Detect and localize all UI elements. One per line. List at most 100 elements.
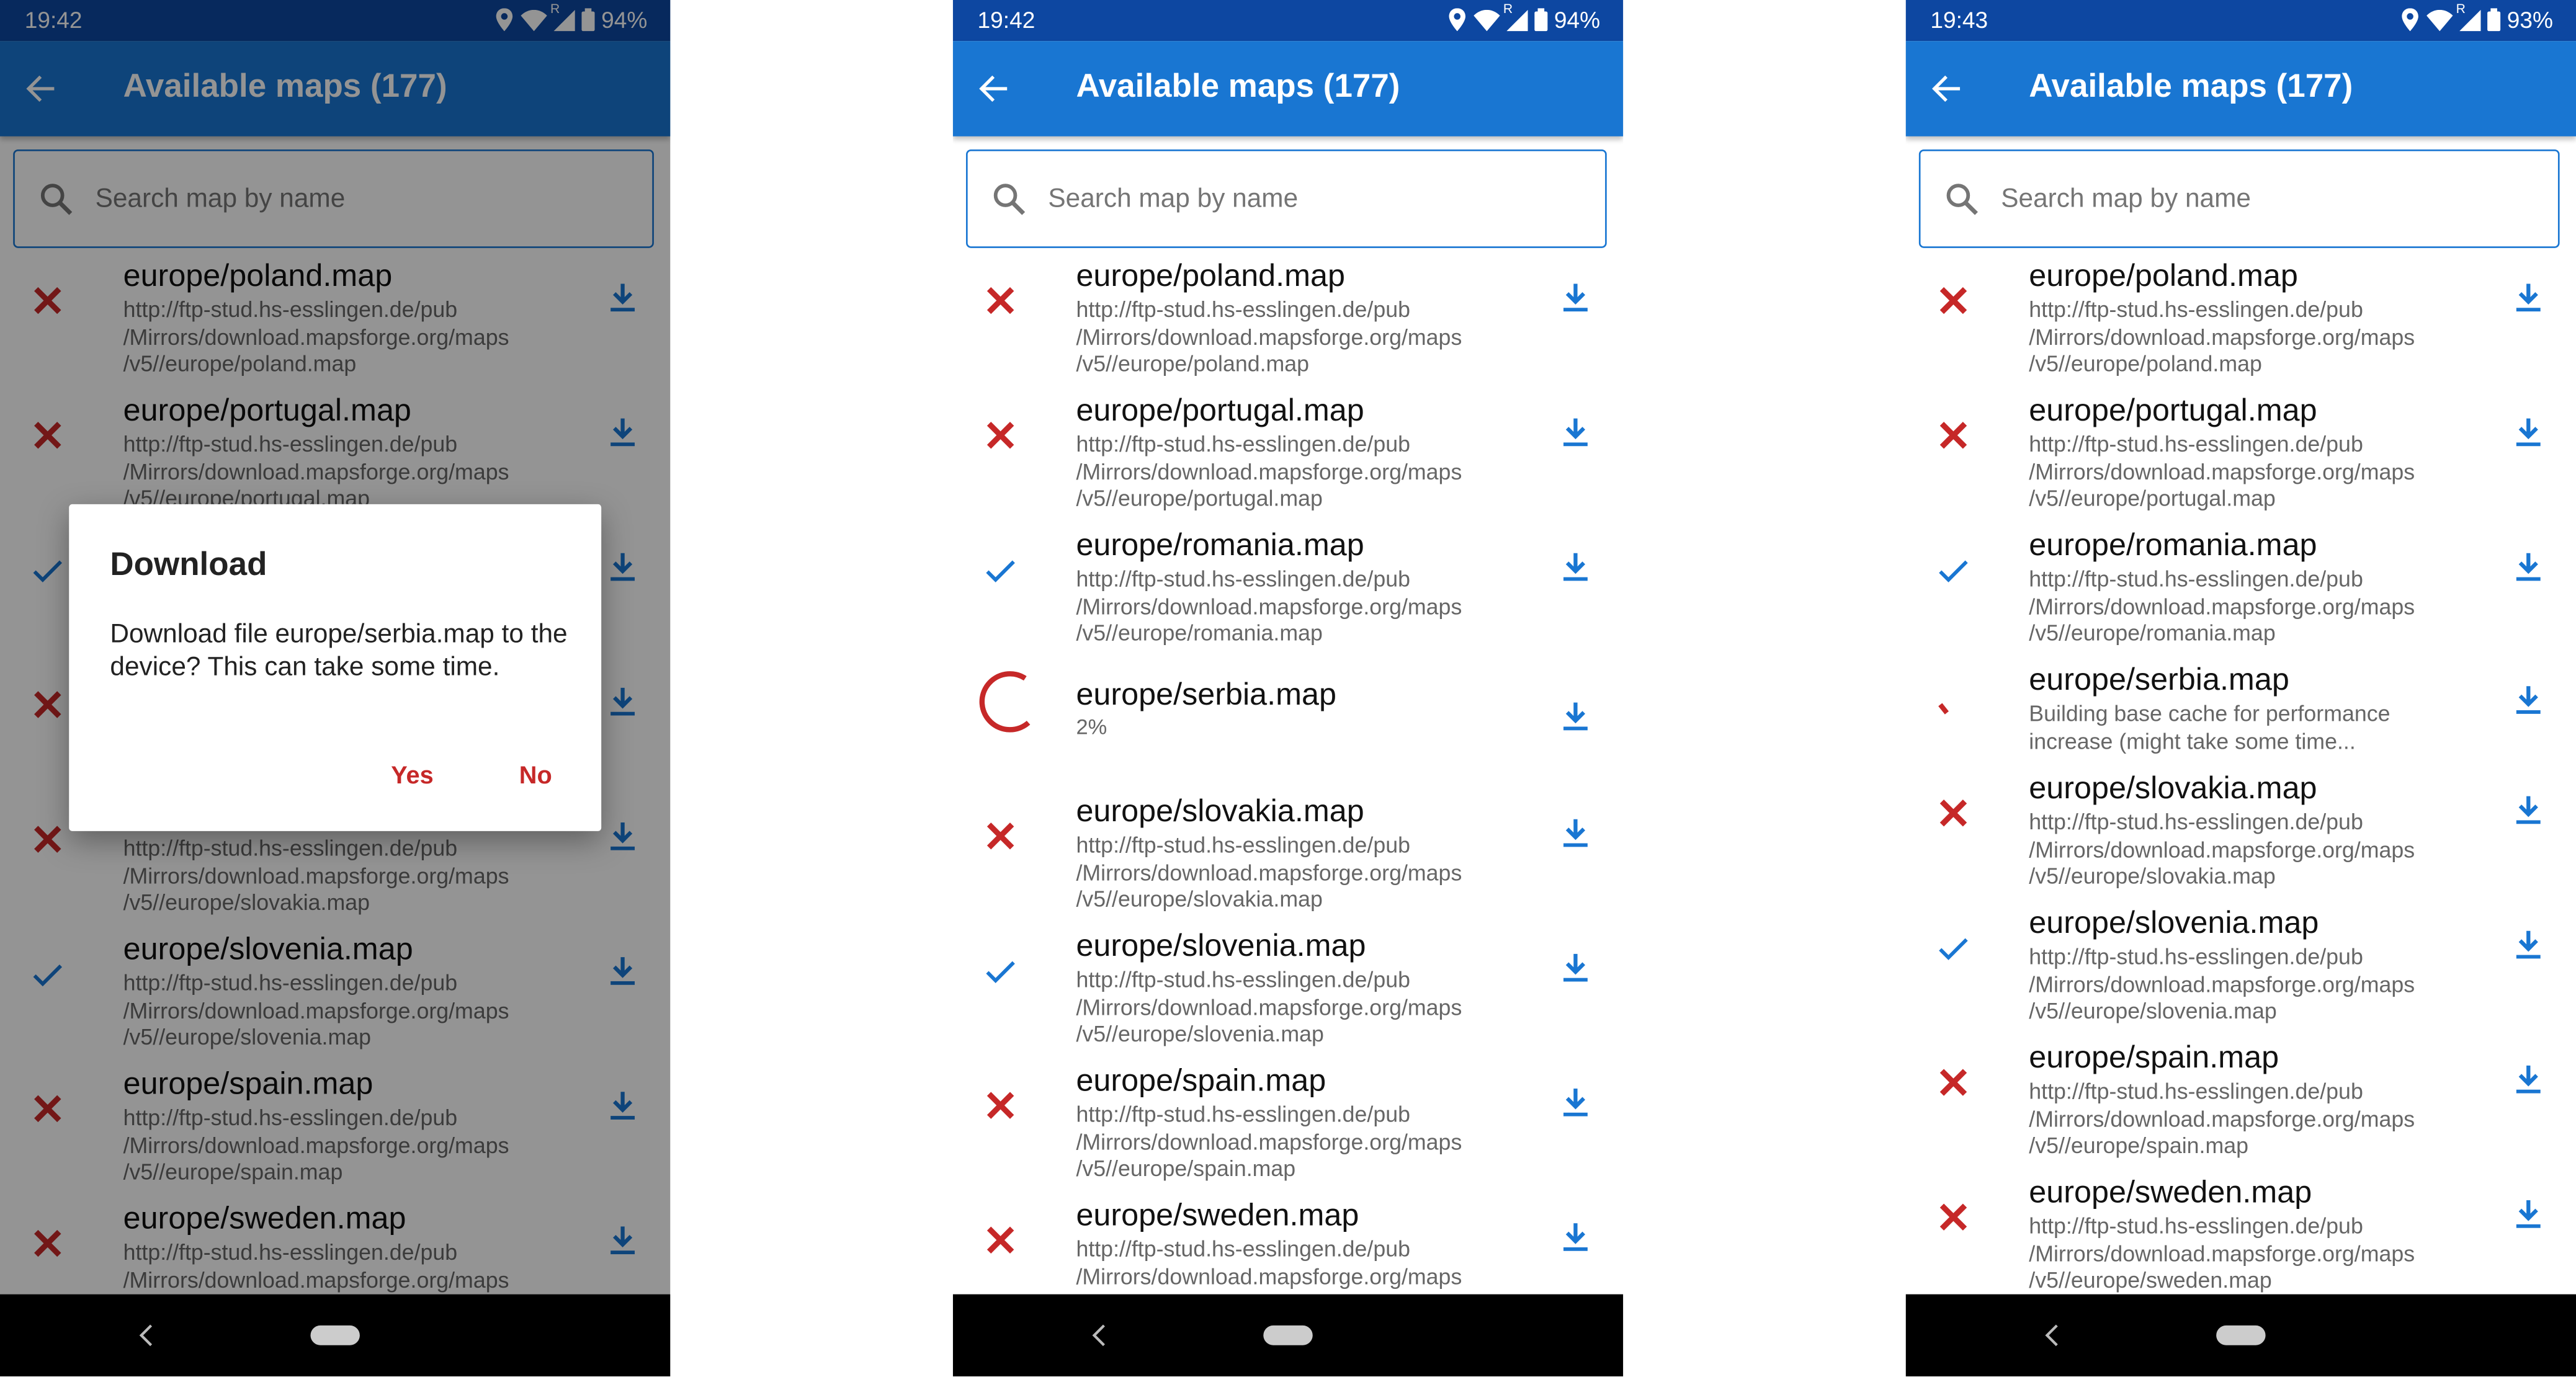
nav-home-button[interactable] (1263, 1325, 1313, 1345)
screenshot-stage: 19:42 R 94% Available maps (177) Search … (0, 0, 2576, 1377)
download-button[interactable] (1557, 698, 1593, 734)
download-button[interactable] (1557, 950, 1593, 986)
phone-screen-3: 19:43 R 93% Available maps (177) Search … (1905, 0, 2576, 1377)
map-title: europe/slovenia.map (2029, 906, 2319, 942)
wifi-icon (1474, 9, 1500, 30)
nav-back-icon[interactable] (135, 1321, 158, 1350)
map-list-item[interactable]: europe/sweden.map http://ftp-stud.hs-essl… (953, 1194, 1623, 1295)
close-icon (1939, 1069, 1967, 1096)
map-list-item[interactable]: europe/sweden.map http://ftp-stud.hs-essl… (1906, 1171, 2576, 1295)
download-button[interactable] (1557, 279, 1593, 315)
nav-home-button[interactable] (310, 1325, 360, 1345)
map-list-item[interactable]: europe/romania.map http://ftp-stud.hs-ess… (953, 524, 1623, 656)
map-list[interactable]: europe/poland.map http://ftp-stud.hs-essl… (953, 254, 1623, 1295)
map-list-item[interactable]: europe/spain.map http://ftp-stud.hs-essli… (1906, 1036, 2576, 1168)
battery-icon (2487, 8, 2501, 32)
download-button[interactable] (2510, 1196, 2546, 1232)
map-title: europe/portugal.map (1076, 394, 1364, 429)
map-subtitle: http://ftp-stud.hs-esslingen.de/pub /Mir… (1076, 566, 1462, 646)
map-subtitle: http://ftp-stud.hs-esslingen.de/pub /Mir… (2029, 1079, 2415, 1158)
download-button[interactable] (1557, 414, 1593, 450)
map-title: europe/romania.map (2029, 528, 2317, 564)
dialog-message: Download file europe/serbia.map to the d… (110, 620, 568, 682)
nav-home-button[interactable] (2216, 1325, 2266, 1345)
search-placeholder: Search map by name (1048, 185, 1299, 214)
no-button[interactable]: No (519, 762, 552, 790)
map-list-item[interactable]: europe/spain.map http://ftp-stud.hs-essli… (953, 1059, 1623, 1191)
check-icon (986, 961, 1015, 983)
close-icon (1939, 422, 1967, 449)
download-icon (1563, 283, 1588, 312)
map-subtitle: http://ftp-stud.hs-esslingen.de/pub /Mir… (2029, 809, 2415, 889)
back-button[interactable] (1925, 68, 1968, 110)
download-button[interactable] (2510, 548, 2546, 584)
map-subtitle: http://ftp-stud.hs-esslingen.de/pub /Mir… (2029, 1213, 2415, 1293)
map-subtitle: http://ftp-stud.hs-esslingen.de/pub /Mir… (1076, 832, 1462, 912)
dialog-title: Download (110, 546, 267, 584)
app-bar: Available maps (177) (952, 41, 1624, 136)
download-icon (2516, 553, 2541, 581)
check-icon (1939, 938, 1968, 960)
map-list-item[interactable]: europe/poland.map http://ftp-stud.hs-essl… (1906, 254, 2576, 386)
map-list-item[interactable]: europe/serbia.map Building base cache for… (1906, 659, 2576, 764)
map-list-item[interactable]: europe/romania.map http://ftp-stud.hs-ess… (1906, 524, 2576, 656)
map-list-item[interactable]: europe/slovenia.map http://ftp-stud.hs-es… (1906, 902, 2576, 1033)
download-button[interactable] (2510, 926, 2546, 962)
status-time: 19:43 (1930, 6, 1988, 33)
map-list-item[interactable]: europe/slovakia.map http://ftp-stud.hs-es… (953, 790, 1623, 922)
map-list-item[interactable]: europe/slovenia.map http://ftp-stud.hs-es… (953, 925, 1623, 1056)
processing-spinner-icon (1938, 703, 1949, 715)
search-input[interactable]: Search map by name (966, 149, 1607, 248)
navigation-bar (1905, 1294, 2576, 1377)
location-icon (1449, 8, 1465, 32)
download-button[interactable] (2510, 682, 2546, 718)
close-icon (986, 287, 1014, 314)
download-icon (1563, 702, 1588, 731)
map-title: europe/spain.map (1076, 1064, 1326, 1099)
download-icon (1563, 1088, 1588, 1116)
phone-screen-1: 19:42 R 94% Available maps (177) Search … (0, 0, 671, 1377)
map-subtitle: http://ftp-stud.hs-esslingen.de/pub /Mir… (2029, 432, 2415, 511)
map-list[interactable]: europe/poland.map http://ftp-stud.hs-essl… (1906, 254, 2576, 1294)
close-icon (986, 822, 1014, 850)
map-title: europe/sweden.map (2029, 1175, 2312, 1211)
map-subtitle: http://ftp-stud.hs-esslingen.de/pub /Mir… (2029, 297, 2415, 377)
map-list-item[interactable]: europe/slovakia.map http://ftp-stud.hs-es… (1906, 767, 2576, 899)
battery-percent: 94% (1554, 6, 1601, 33)
map-list-item[interactable]: europe/portugal.map http://ftp-stud.hs-es… (1906, 390, 2576, 521)
download-button[interactable] (1557, 1219, 1593, 1255)
map-title: europe/romania.map (1076, 528, 1364, 564)
download-button[interactable] (1557, 814, 1593, 850)
search-icon (993, 184, 1026, 215)
download-button[interactable] (2510, 1061, 2546, 1097)
nav-back-icon[interactable] (1088, 1321, 1111, 1350)
map-subtitle: http://ftp-stud.hs-esslingen.de/pub /Mir… (1076, 967, 1462, 1046)
download-button[interactable] (1557, 548, 1593, 584)
nav-back-icon[interactable] (2041, 1321, 2064, 1350)
download-button[interactable] (2510, 414, 2546, 450)
download-icon (2516, 686, 2541, 714)
roaming-indicator: R (1503, 1, 1513, 16)
map-list-item[interactable]: europe/serbia.map 2% (953, 659, 1623, 790)
search-input[interactable]: Search map by name (1918, 149, 2560, 248)
download-button[interactable] (2510, 279, 2546, 315)
page-title: Available maps (177) (2029, 69, 2353, 105)
download-dialog: Download Download file europe/serbia.map… (69, 504, 602, 831)
location-icon (2402, 8, 2418, 32)
map-title: europe/poland.map (2029, 259, 2298, 294)
arrow-left-icon (1932, 75, 1961, 102)
close-icon (1939, 1203, 1967, 1231)
yes-button[interactable]: Yes (391, 762, 434, 790)
download-icon (2516, 1200, 2541, 1228)
close-icon (1939, 800, 1967, 827)
navigation-bar (952, 1294, 1624, 1377)
back-button[interactable] (973, 68, 1016, 110)
download-button[interactable] (2510, 791, 2546, 827)
map-title: europe/spain.map (2029, 1041, 2279, 1076)
map-list-item[interactable]: europe/portugal.map http://ftp-stud.hs-es… (953, 390, 1623, 521)
download-button[interactable] (1557, 1084, 1593, 1120)
status-icons: R 94% (1447, 1, 1601, 33)
search-icon (1946, 184, 1978, 215)
map-list-item[interactable]: europe/poland.map http://ftp-stud.hs-essl… (953, 254, 1623, 386)
close-icon (986, 1092, 1014, 1119)
